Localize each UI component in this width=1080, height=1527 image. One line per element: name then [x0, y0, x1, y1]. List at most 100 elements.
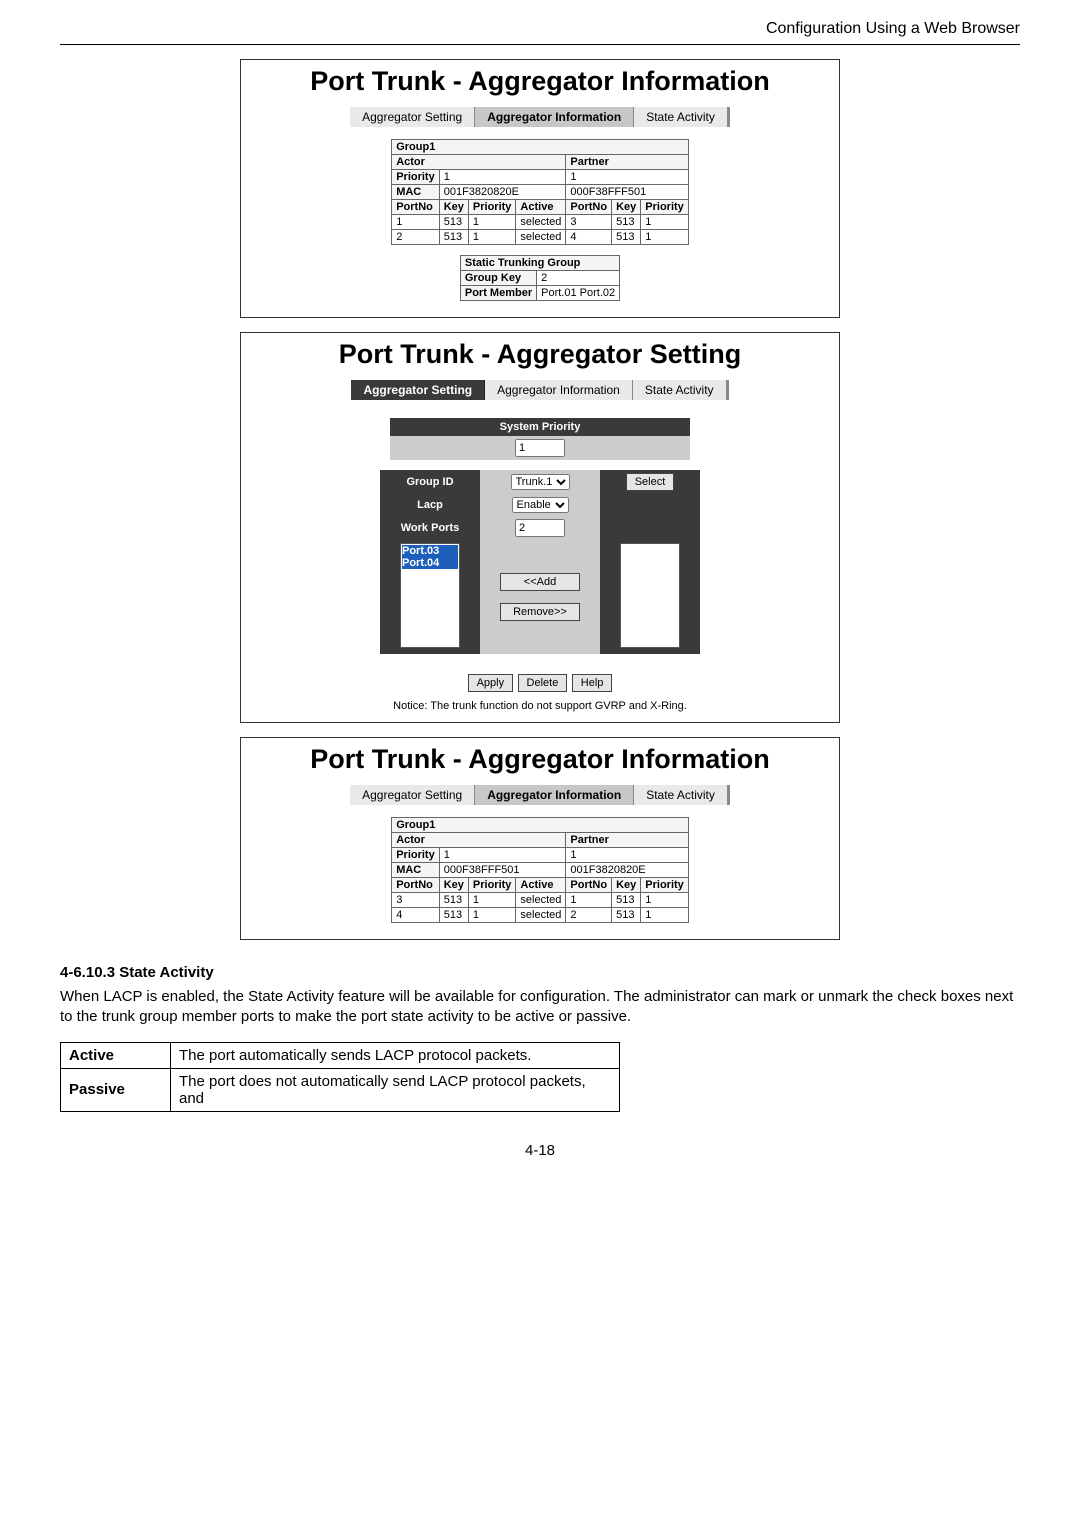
cell: selected — [516, 215, 566, 230]
mac-label: MAC — [392, 863, 440, 878]
available-ports-list[interactable]: Port.01 Port.02 Port.05 Port.06 — [620, 543, 680, 648]
tab-bar: Aggregator Setting Aggregator Informatio… — [261, 785, 819, 805]
tab-aggregator-setting[interactable]: Aggregator Setting — [350, 107, 475, 127]
tab-bar: Aggregator Setting Aggregator Informatio… — [261, 107, 819, 127]
priority-label: Priority — [392, 170, 440, 185]
tab-bar: Aggregator Setting Aggregator Informatio… — [261, 380, 819, 400]
tab-aggregator-info[interactable]: Aggregator Information — [475, 785, 634, 805]
list-item[interactable]: Port.04 — [402, 557, 458, 569]
partner-mac: 000F38FFF501 — [566, 185, 688, 200]
cell: 1 — [468, 215, 516, 230]
delete-button[interactable]: Delete — [518, 674, 568, 692]
cell: selected — [516, 893, 566, 908]
notice-text: Notice: The trunk function do not suppor… — [241, 700, 839, 712]
cell: 1 — [641, 893, 689, 908]
col-portno-p: PortNo — [566, 200, 612, 215]
actor-col: Actor — [392, 155, 566, 170]
static-key-val: 2 — [537, 271, 620, 286]
tab-aggregator-setting[interactable]: Aggregator Setting — [350, 785, 475, 805]
cell: 4 — [392, 908, 440, 923]
tab-state-activity[interactable]: State Activity — [633, 380, 729, 400]
panel-title: Port Trunk - Aggregator Setting — [241, 339, 839, 370]
lacp-select[interactable]: Enable — [512, 497, 569, 513]
col-priority-p: Priority — [641, 200, 689, 215]
tab-aggregator-setting[interactable]: Aggregator Setting — [351, 380, 485, 400]
partner-col: Partner — [566, 155, 688, 170]
static-key-label: Group Key — [460, 271, 536, 286]
partner-priority: 1 — [566, 170, 688, 185]
cell: 1 — [468, 893, 516, 908]
static-group-table: Static Trunking Group Group Key 2 Port M… — [460, 255, 620, 301]
state-passive-desc: The port does not automatically send LAC… — [171, 1068, 620, 1111]
list-item[interactable]: Port.03 — [402, 545, 458, 557]
cell: 1 — [566, 893, 612, 908]
cell: 513 — [612, 893, 641, 908]
actor-mac: 000F38FFF501 — [439, 863, 566, 878]
aggregator-setting-panel: Port Trunk - Aggregator Setting Aggregat… — [240, 332, 840, 723]
select-button[interactable]: Select — [626, 473, 675, 491]
selected-ports-list[interactable]: Port.03 Port.04 — [400, 543, 460, 648]
workports-label: Work Ports — [380, 516, 480, 540]
group-header: Group1 — [392, 140, 689, 155]
cell: 513 — [612, 230, 641, 245]
panel-title: Port Trunk - Aggregator Information — [241, 66, 839, 97]
cell: 2 — [566, 908, 612, 923]
cell: 1 — [468, 908, 516, 923]
cell: selected — [516, 230, 566, 245]
list-item[interactable]: Port.01 — [622, 545, 678, 557]
group-id-select[interactable]: Trunk.1 — [511, 474, 570, 490]
state-passive-label: Passive — [61, 1068, 171, 1111]
cell: 1 — [641, 908, 689, 923]
tab-state-activity[interactable]: State Activity — [634, 785, 730, 805]
partner-col: Partner — [566, 833, 688, 848]
actor-priority: 1 — [439, 848, 566, 863]
cell: 3 — [566, 215, 612, 230]
cell: 513 — [439, 215, 468, 230]
panel-title: Port Trunk - Aggregator Information — [241, 744, 839, 775]
group-info-table: Group1 Actor Partner Priority 1 1 MAC 00… — [391, 139, 689, 245]
col-active-a: Active — [516, 878, 566, 893]
actor-mac: 001F3820820E — [439, 185, 566, 200]
table-row: 1 513 1 selected 3 513 1 — [392, 215, 689, 230]
static-member-label: Port Member — [460, 286, 536, 301]
cell: 513 — [439, 908, 468, 923]
col-active-a: Active — [516, 200, 566, 215]
cell: 3 — [392, 893, 440, 908]
list-item[interactable]: Port.06 — [622, 581, 678, 593]
col-portno-a: PortNo — [392, 878, 440, 893]
list-item[interactable]: Port.02 — [622, 557, 678, 569]
help-button[interactable]: Help — [572, 674, 613, 692]
list-item[interactable]: Port.05 — [622, 569, 678, 581]
apply-button[interactable]: Apply — [468, 674, 514, 692]
col-portno-p: PortNo — [566, 878, 612, 893]
partner-mac: 001F3820820E — [566, 863, 688, 878]
remove-button[interactable]: Remove>> — [500, 603, 580, 621]
page-header: Configuration Using a Web Browser — [60, 20, 1020, 45]
aggregator-info-panel: Port Trunk - Aggregator Information Aggr… — [240, 59, 840, 318]
cell: 2 — [392, 230, 440, 245]
tab-aggregator-info[interactable]: Aggregator Information — [485, 380, 633, 400]
priority-label: Priority — [392, 848, 440, 863]
state-active-desc: The port automatically sends LACP protoc… — [171, 1042, 620, 1068]
col-key-a: Key — [439, 200, 468, 215]
group-id-label: Group ID — [380, 470, 480, 494]
static-group-title: Static Trunking Group — [460, 256, 619, 271]
add-button[interactable]: <<Add — [500, 573, 580, 591]
state-active-label: Active — [61, 1042, 171, 1068]
table-row: 4 513 1 selected 2 513 1 — [392, 908, 689, 923]
cell: 1 — [641, 230, 689, 245]
mac-label: MAC — [392, 185, 440, 200]
col-priority-p: Priority — [641, 878, 689, 893]
tab-aggregator-info[interactable]: Aggregator Information — [475, 107, 634, 127]
group-info-table: Group1 Actor Partner Priority 1 1 MAC 00… — [391, 817, 689, 923]
workports-input[interactable] — [515, 519, 565, 537]
cell: 513 — [612, 215, 641, 230]
aggregator-info-panel-2: Port Trunk - Aggregator Information Aggr… — [240, 737, 840, 940]
sys-priority-input[interactable] — [515, 439, 565, 457]
table-row: 2 513 1 selected 4 513 1 — [392, 230, 689, 245]
cell: 4 — [566, 230, 612, 245]
page-number: 4-18 — [60, 1142, 1020, 1159]
col-key-p: Key — [612, 200, 641, 215]
tab-state-activity[interactable]: State Activity — [634, 107, 730, 127]
actor-priority: 1 — [439, 170, 566, 185]
